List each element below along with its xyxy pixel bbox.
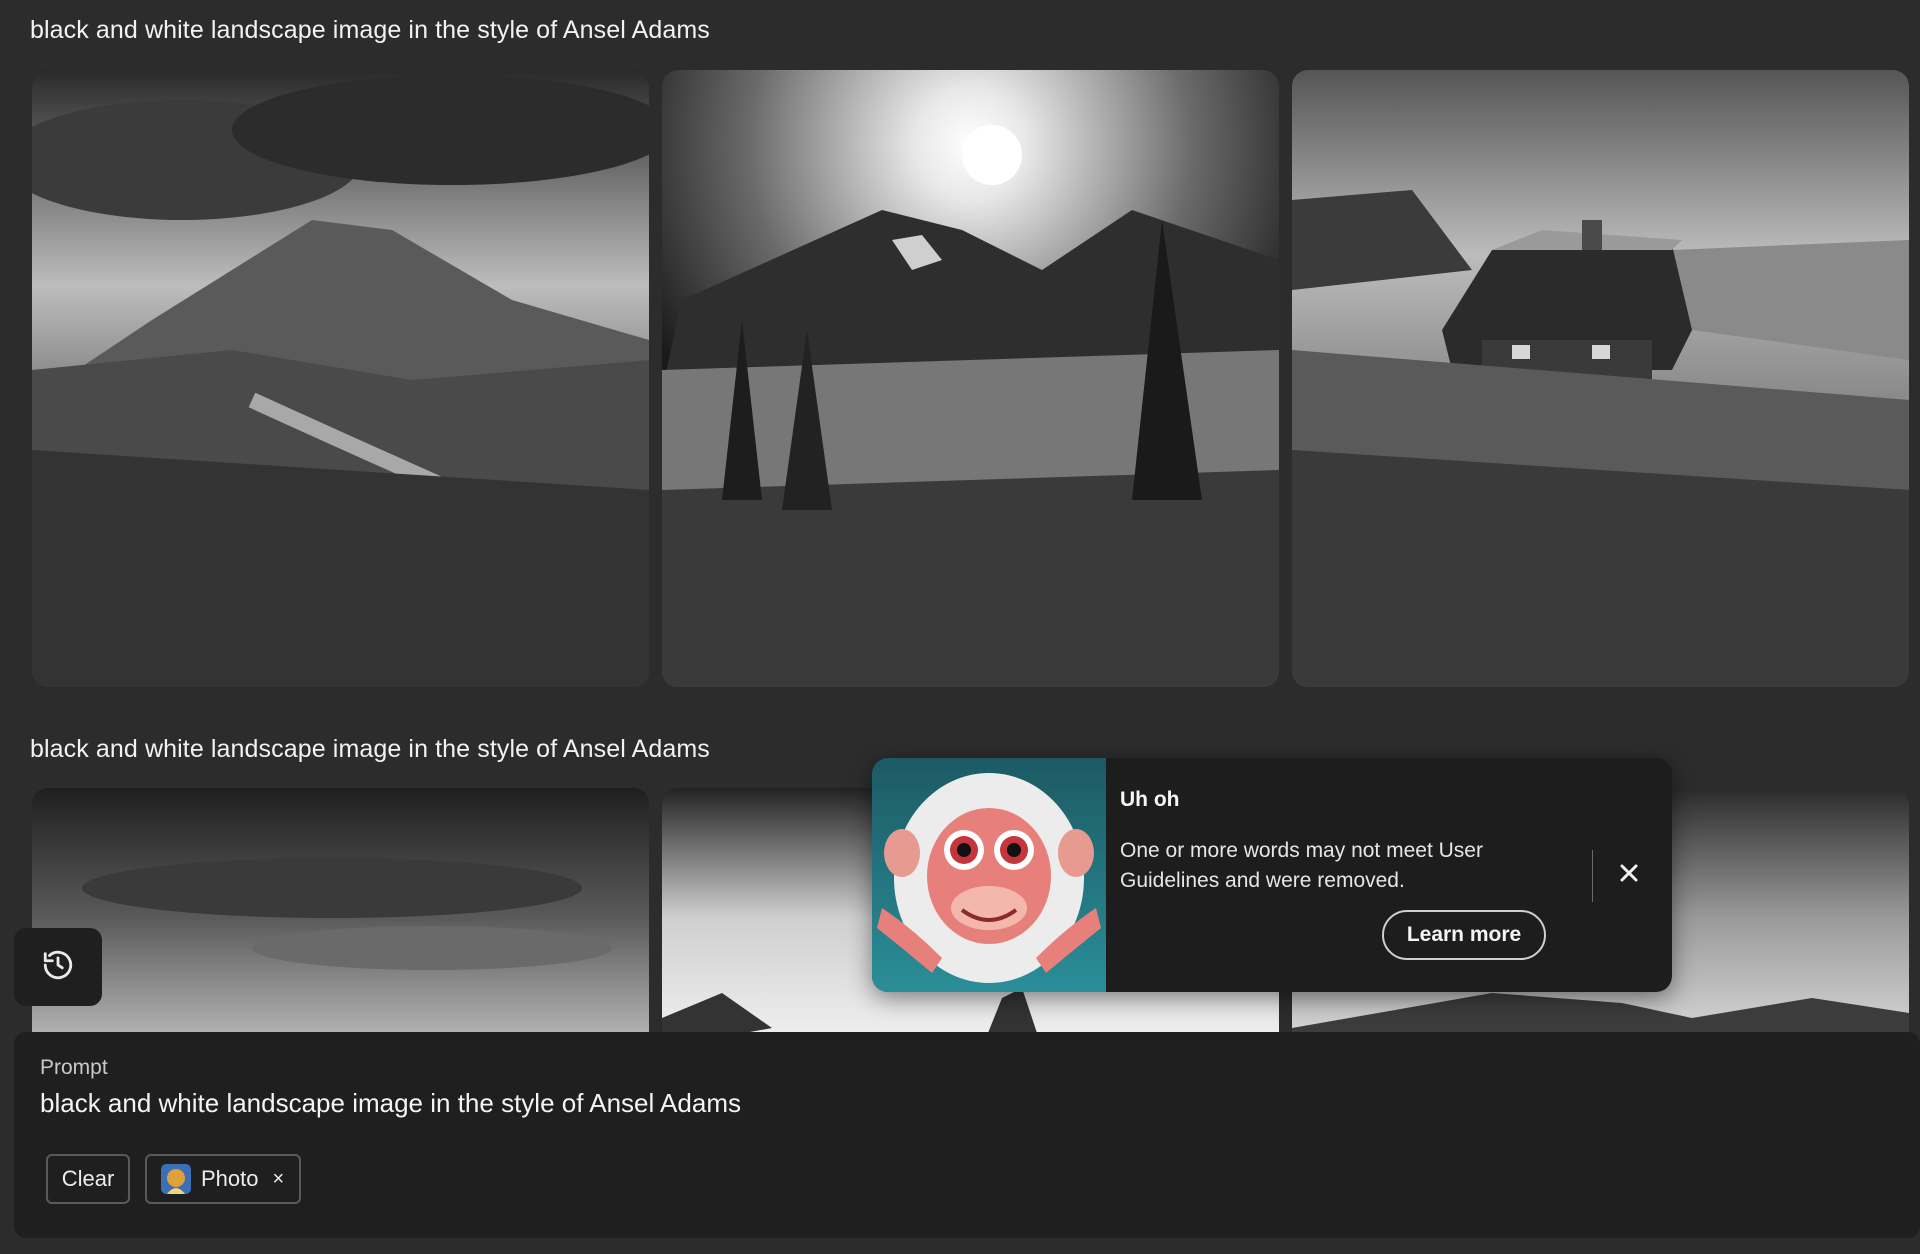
clear-button-label: Clear: [61, 1166, 115, 1191]
remove-style-icon[interactable]: ×: [273, 1168, 285, 1191]
close-icon: [1618, 862, 1640, 889]
guidelines-toast: Uh oh One or more words may not meet Use…: [872, 758, 1672, 992]
generated-image-1[interactable]: [32, 70, 649, 687]
row-2-title: black and white landscape image in the s…: [30, 735, 710, 763]
style-chip-label: Photo: [201, 1166, 259, 1191]
monkey-illustration: [872, 758, 1106, 992]
page: black and white landscape image in the s…: [0, 0, 1920, 1254]
prompt-label: Prompt: [40, 1056, 108, 1079]
clear-button[interactable]: Clear: [46, 1154, 130, 1204]
history-button[interactable]: [14, 928, 102, 1006]
toast-message: One or more words may not meet User Guid…: [1120, 839, 1483, 892]
history-icon: [41, 948, 75, 987]
toast-close-button[interactable]: [1612, 858, 1646, 892]
generated-image-4[interactable]: [32, 788, 649, 1048]
prompt-panel: Prompt black and white landscape image i…: [14, 1032, 1920, 1238]
generated-image-3[interactable]: [1292, 70, 1909, 687]
photo-style-icon: [161, 1164, 191, 1194]
style-chip-photo[interactable]: Photo ×: [145, 1154, 301, 1204]
prompt-input[interactable]: black and white landscape image in the s…: [40, 1088, 741, 1119]
toast-title: Uh oh: [1120, 788, 1180, 811]
row-1-title: black and white landscape image in the s…: [30, 16, 710, 44]
learn-more-button[interactable]: Learn more: [1382, 910, 1546, 960]
learn-more-label: Learn more: [1406, 923, 1522, 946]
generated-image-2[interactable]: [662, 70, 1279, 687]
toast-divider: [1592, 850, 1593, 902]
